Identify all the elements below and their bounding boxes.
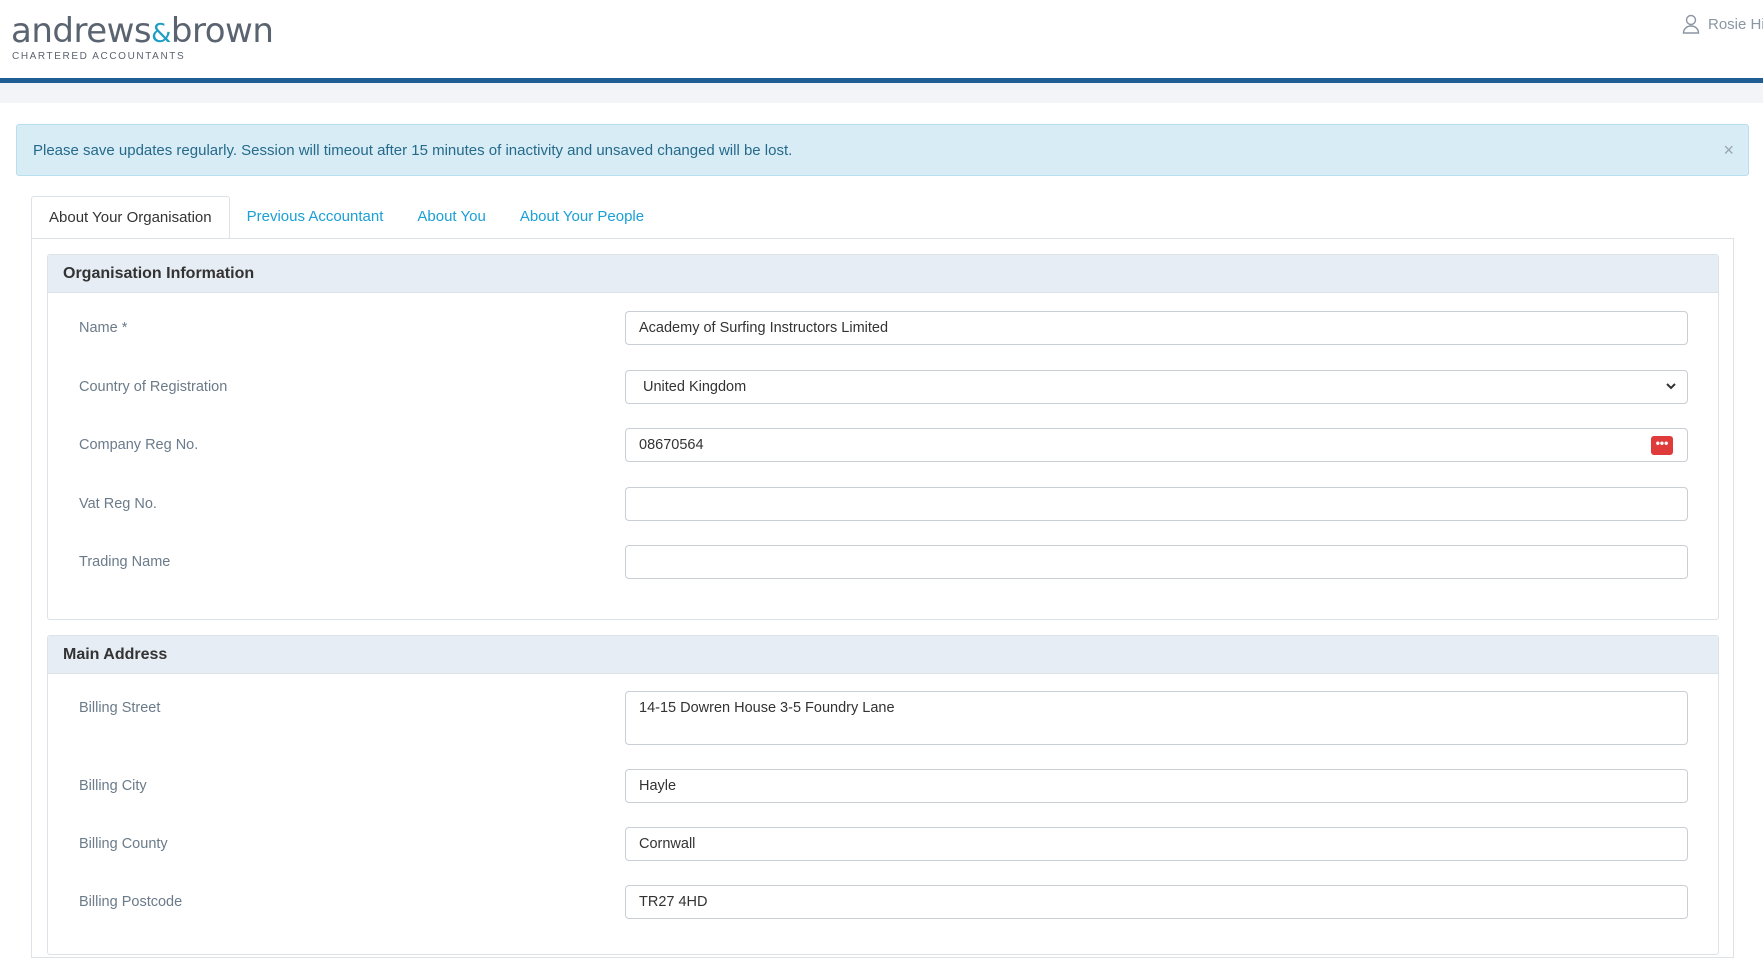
section-title: Organisation Information — [48, 255, 1718, 293]
billing-street-label: Billing Street — [79, 700, 161, 716]
country-label: Country of Registration — [79, 379, 228, 395]
billing-city-row: Billing City — [48, 769, 1718, 803]
country-selected-value: United Kingdom — [643, 379, 747, 395]
subheader-strip — [0, 83, 1763, 103]
billing-city-input[interactable] — [625, 769, 1688, 803]
company-reg-input[interactable]: 08670564 ••• — [625, 428, 1688, 462]
user-menu[interactable]: Rosie Hi — [1682, 14, 1763, 34]
logo-name-part2: brown — [170, 11, 274, 51]
trading-name-row: Trading Name — [48, 545, 1718, 579]
name-row: Name * — [48, 311, 1718, 345]
billing-city-label: Billing City — [79, 778, 147, 794]
logo-name-part1: andrews — [11, 11, 152, 51]
form-tabs: About Your Organisation Previous Account… — [31, 196, 662, 239]
trading-name-input[interactable] — [625, 545, 1688, 579]
company-logo[interactable]: andrews&brown CHARTERED ACCOUNTANTS — [11, 11, 274, 62]
tab-about-you[interactable]: About You — [400, 196, 503, 239]
company-reg-row: Company Reg No. 08670564 ••• — [48, 428, 1718, 462]
vat-input[interactable] — [625, 487, 1688, 521]
tab-about-your-people[interactable]: About Your People — [502, 196, 662, 239]
alert-message: Please save updates regularly. Session w… — [33, 142, 793, 159]
billing-postcode-row: Billing Postcode — [48, 885, 1718, 919]
app-header: andrews&brown CHARTERED ACCOUNTANTS Rosi… — [0, 0, 1763, 78]
session-timeout-alert: Please save updates regularly. Session w… — [16, 124, 1749, 176]
name-label: Name * — [79, 320, 128, 336]
section-title: Main Address — [48, 636, 1718, 674]
country-row: Country of Registration United Kingdom — [48, 370, 1718, 404]
billing-postcode-label: Billing Postcode — [79, 894, 183, 910]
chevron-down-icon — [1666, 383, 1676, 390]
company-reg-value: 08670564 — [639, 437, 704, 453]
logo-wordmark: andrews&brown — [11, 11, 274, 53]
user-name: Rosie Hi — [1708, 15, 1763, 33]
billing-county-label: Billing County — [79, 836, 168, 852]
tab-about-your-organisation[interactable]: About Your Organisation — [31, 196, 230, 239]
billing-postcode-input[interactable] — [625, 885, 1688, 919]
trading-name-label: Trading Name — [79, 554, 171, 570]
organisation-information-section: Organisation Information Name * Country … — [47, 254, 1719, 620]
company-lookup-icon[interactable]: ••• — [1651, 436, 1673, 455]
vat-label: Vat Reg No. — [79, 496, 157, 512]
billing-street-textarea[interactable]: 14-15 Dowren House 3-5 Foundry Lane — [625, 691, 1688, 745]
name-input[interactable] — [625, 311, 1688, 345]
user-icon — [1682, 14, 1700, 34]
company-reg-label: Company Reg No. — [79, 437, 199, 453]
logo-ampersand: & — [151, 19, 171, 49]
alert-close-icon[interactable]: × — [1723, 140, 1734, 161]
billing-county-input[interactable] — [625, 827, 1688, 861]
billing-street-row: Billing Street 14-15 Dowren House 3-5 Fo… — [48, 691, 1718, 745]
main-address-section: Main Address Billing Street 14-15 Dowren… — [47, 635, 1719, 955]
country-select[interactable]: United Kingdom — [625, 370, 1688, 404]
tab-previous-accountant[interactable]: Previous Accountant — [229, 196, 401, 239]
vat-row: Vat Reg No. — [48, 487, 1718, 521]
billing-county-row: Billing County — [48, 827, 1718, 861]
